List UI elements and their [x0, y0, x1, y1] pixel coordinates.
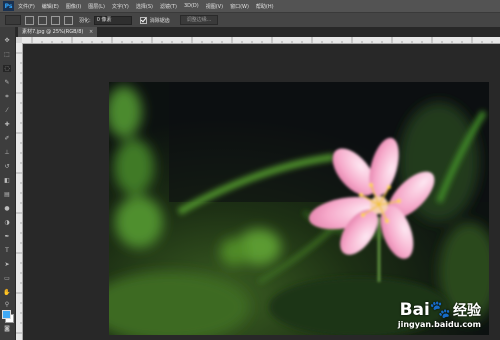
- horizontal-ruler: [22, 37, 500, 44]
- eyedropper-icon[interactable]: ⁄: [3, 107, 11, 114]
- new-selection-icon[interactable]: [25, 15, 34, 25]
- intersect-selection-icon[interactable]: [64, 15, 73, 25]
- tool-preset-picker[interactable]: [5, 15, 21, 25]
- close-icon[interactable]: ×: [89, 29, 93, 35]
- antialias-label: 消除锯齿: [149, 17, 170, 24]
- document-image[interactable]: Bai🐾 经验 jingyan.baidu.com: [109, 82, 489, 335]
- vertical-ruler: [16, 43, 23, 340]
- watermark-url: jingyan.baidu.com: [397, 320, 481, 329]
- menu-file[interactable]: 文件(F): [18, 3, 35, 10]
- hand-icon[interactable]: ✋: [3, 289, 11, 296]
- watermark-brand: Bai: [399, 300, 430, 320]
- path-select-icon[interactable]: ➤: [3, 261, 11, 268]
- marquee-icon[interactable]: ⬚: [3, 51, 11, 58]
- menu-layer[interactable]: 图层(L): [88, 3, 105, 10]
- healing-brush-icon[interactable]: ✚: [3, 121, 11, 128]
- menu-help[interactable]: 帮助(H): [256, 3, 274, 10]
- refine-edge-button[interactable]: 调整边缘...: [179, 15, 219, 25]
- zoom-icon[interactable]: ⚲: [3, 301, 11, 308]
- brush-icon[interactable]: ✐: [3, 135, 11, 142]
- eraser-icon[interactable]: ◧: [3, 177, 11, 184]
- clone-stamp-icon[interactable]: ⊥: [3, 149, 11, 156]
- tools-panel: ✥ ⬚ ◌ ✎ ⌗ ⁄ ✚ ✐ ⊥ ↺ ◧ ▤ ● ◑ ✒ T ➤ ▭ ✋ ⚲ …: [0, 27, 16, 340]
- feather-input[interactable]: 0 像素: [93, 15, 132, 25]
- menu-type[interactable]: 文字(Y): [112, 3, 129, 10]
- menu-window[interactable]: 窗口(W): [230, 3, 249, 10]
- menu-bar: Ps 文件(F) 编辑(E) 图像(I) 图层(L) 文字(Y) 选择(S) 滤…: [0, 0, 500, 12]
- baidu-jingyan-watermark: Bai🐾 经验 jingyan.baidu.com: [397, 300, 481, 330]
- gradient-icon[interactable]: ▤: [3, 191, 11, 198]
- antialias-checkbox[interactable]: [139, 16, 147, 24]
- menu-select[interactable]: 选择(S): [136, 3, 153, 10]
- history-brush-icon[interactable]: ↺: [3, 163, 11, 170]
- menu-image[interactable]: 图像(I): [66, 3, 81, 10]
- options-bar: 羽化: 0 像素 消除锯齿 调整边缘...: [0, 12, 500, 27]
- document-tab[interactable]: 素材7.jpg @ 25%(RGB/8) ×: [18, 27, 98, 37]
- paw-icon: 🐾: [429, 300, 451, 320]
- document-tab-title: 素材7.jpg @ 25%(RGB/8): [22, 29, 84, 35]
- dodge-icon[interactable]: ◑: [3, 219, 11, 226]
- menu-3d[interactable]: 3D(D): [184, 3, 199, 9]
- menu-filter[interactable]: 滤镜(T): [160, 3, 177, 10]
- add-to-selection-icon[interactable]: [38, 15, 47, 25]
- shape-icon[interactable]: ▭: [3, 275, 11, 282]
- photoshop-logo: Ps: [3, 1, 14, 11]
- document-tab-bar: 素材7.jpg @ 25%(RGB/8) ×: [16, 27, 500, 37]
- blur-icon[interactable]: ●: [3, 205, 11, 212]
- pen-icon[interactable]: ✒: [3, 233, 11, 240]
- lasso-icon[interactable]: ◌: [3, 65, 11, 72]
- foreground-color-swatch[interactable]: [2, 310, 11, 319]
- feather-label: 羽化:: [79, 17, 91, 24]
- quick-mask-icon[interactable]: ◙: [3, 325, 11, 332]
- flower-photo: [109, 82, 489, 335]
- quick-select-icon[interactable]: ✎: [3, 79, 11, 86]
- menu-view[interactable]: 视图(V): [206, 3, 223, 10]
- menu-edit[interactable]: 编辑(E): [42, 3, 59, 10]
- subtract-selection-icon[interactable]: [51, 15, 60, 25]
- crop-icon[interactable]: ⌗: [3, 93, 11, 100]
- move-icon[interactable]: ✥: [3, 37, 11, 44]
- type-icon[interactable]: T: [3, 247, 11, 254]
- watermark-brand-cn: 经验: [453, 303, 481, 319]
